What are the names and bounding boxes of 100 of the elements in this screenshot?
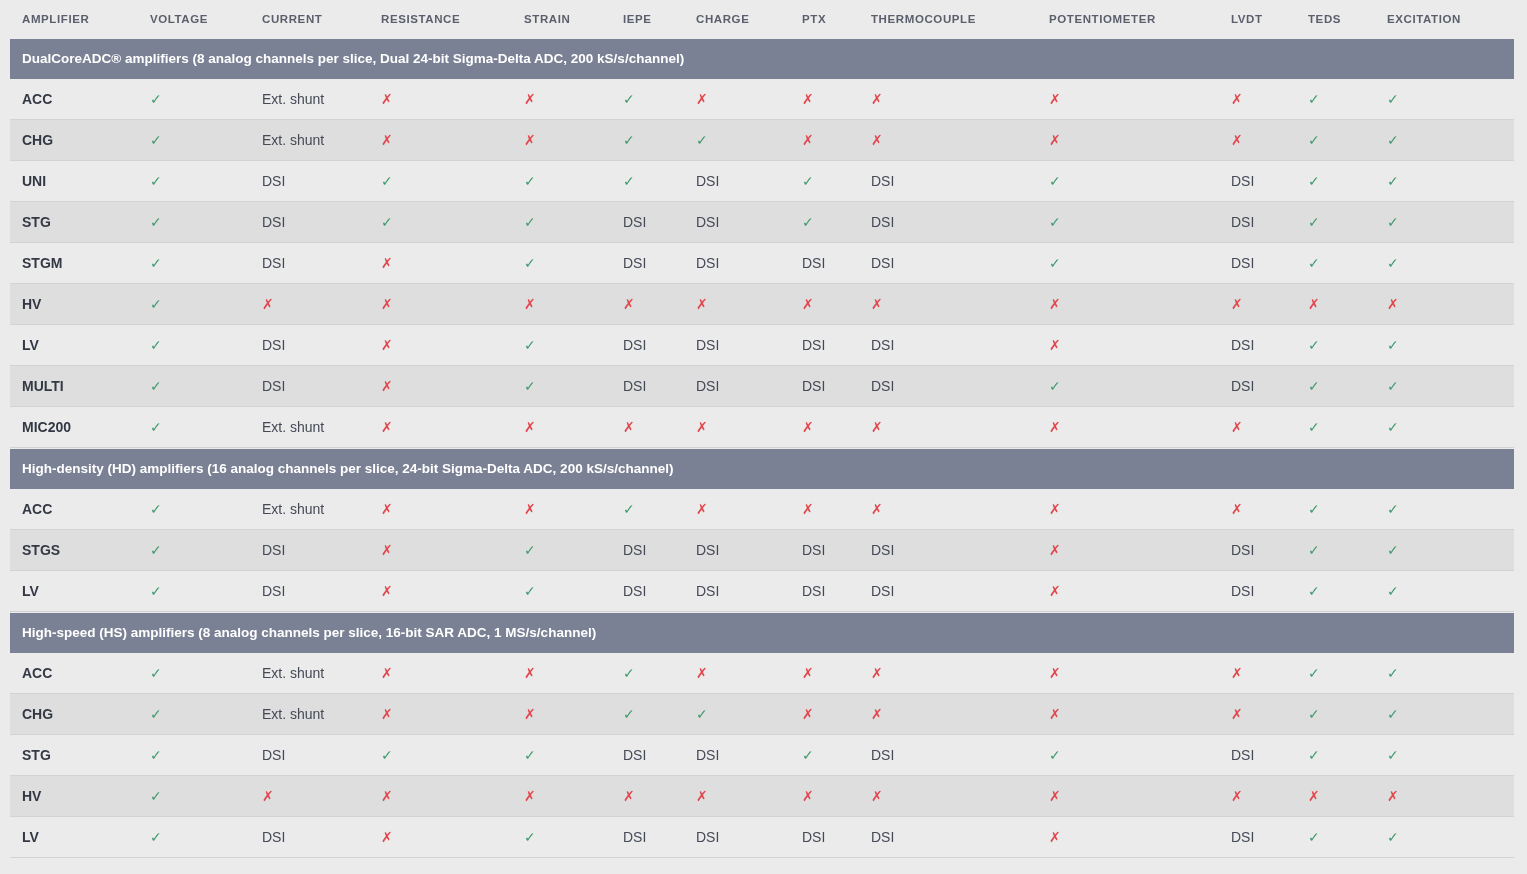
cross-mark: ✗: [802, 788, 814, 804]
check-mark: ✓: [1308, 665, 1320, 681]
table-cell: DSI: [262, 829, 286, 845]
table-cell: DSI: [802, 829, 826, 845]
cross-mark: ✗: [1231, 788, 1243, 804]
check-mark: ✓: [150, 214, 162, 230]
check-mark: ✓: [381, 173, 393, 189]
check-mark: ✓: [1387, 214, 1399, 230]
check-mark: ✓: [524, 583, 536, 599]
table-cell: DSI: [623, 829, 647, 845]
cross-mark: ✗: [381, 255, 393, 271]
check-mark: ✓: [623, 665, 635, 681]
cross-mark: ✗: [1308, 296, 1320, 312]
table-cell: DSI: [696, 378, 720, 394]
cross-mark: ✗: [1231, 501, 1243, 517]
cross-mark: ✗: [1231, 132, 1243, 148]
cross-mark: ✗: [1231, 665, 1243, 681]
table-cell: Ext. shunt: [262, 501, 325, 517]
cross-mark: ✗: [1049, 91, 1061, 107]
amplifier-name: LV: [22, 583, 39, 599]
column-header: VOLTAGE: [149, 13, 210, 25]
check-mark: ✓: [150, 419, 162, 435]
check-mark: ✓: [524, 747, 536, 763]
table-cell: DSI: [1231, 337, 1255, 353]
table-cell: DSI: [696, 255, 720, 271]
column-header: CURRENT: [261, 13, 324, 25]
table-cell: DSI: [871, 378, 895, 394]
table-cell: DSI: [623, 542, 647, 558]
check-mark: ✓: [1387, 337, 1399, 353]
table-cell: DSI: [871, 542, 895, 558]
cross-mark: ✗: [802, 665, 814, 681]
check-mark: ✓: [623, 173, 635, 189]
table-cell: DSI: [262, 378, 286, 394]
table-cell: DSI: [871, 214, 895, 230]
check-mark: ✓: [1387, 255, 1399, 271]
column-header: PTX: [801, 13, 828, 25]
check-mark: ✓: [696, 706, 708, 722]
cross-mark: ✗: [871, 296, 883, 312]
check-mark: ✓: [150, 583, 162, 599]
check-mark: ✓: [1387, 91, 1399, 107]
table-cell: DSI: [1231, 214, 1255, 230]
check-mark: ✓: [1308, 214, 1320, 230]
check-mark: ✓: [1387, 747, 1399, 763]
cross-mark: ✗: [1231, 91, 1243, 107]
cross-mark: ✗: [1049, 706, 1061, 722]
cross-mark: ✗: [1049, 583, 1061, 599]
check-mark: ✓: [1387, 829, 1399, 845]
amplifier-name: STG: [22, 214, 51, 230]
table-cell: DSI: [696, 214, 720, 230]
check-mark: ✓: [1308, 747, 1320, 763]
table-cell: DSI: [802, 337, 826, 353]
amplifier-name: LV: [22, 829, 39, 845]
cross-mark: ✗: [1308, 788, 1320, 804]
check-mark: ✓: [1308, 706, 1320, 722]
cross-mark: ✗: [381, 706, 393, 722]
amplifier-name: ACC: [22, 91, 53, 107]
check-mark: ✓: [1308, 378, 1320, 394]
cross-mark: ✗: [623, 296, 635, 312]
cross-mark: ✗: [871, 501, 883, 517]
cross-mark: ✗: [1231, 296, 1243, 312]
cross-mark: ✗: [696, 788, 708, 804]
table-cell: DSI: [262, 255, 286, 271]
amplifier-name: CHG: [22, 706, 54, 722]
check-mark: ✓: [1387, 583, 1399, 599]
cross-mark: ✗: [1049, 337, 1061, 353]
amplifier-name: CHG: [22, 132, 54, 148]
table-cell: DSI: [696, 747, 720, 763]
cross-mark: ✗: [1049, 829, 1061, 845]
table-cell: DSI: [696, 337, 720, 353]
check-mark: ✓: [1049, 378, 1061, 394]
cross-mark: ✗: [696, 296, 708, 312]
cross-mark: ✗: [1049, 665, 1061, 681]
check-mark: ✓: [150, 296, 162, 312]
cross-mark: ✗: [381, 788, 393, 804]
amplifier-name: HV: [22, 788, 42, 804]
table-cell: DSI: [696, 583, 720, 599]
table-cell: Ext. shunt: [262, 665, 325, 681]
cross-mark: ✗: [1049, 296, 1061, 312]
column-header: AMPLIFIER: [21, 13, 91, 25]
cross-mark: ✗: [696, 501, 708, 517]
amplifier-name: ACC: [22, 665, 53, 681]
check-mark: ✓: [1308, 91, 1320, 107]
check-mark: ✓: [150, 829, 162, 845]
amplifier-name: UNI: [22, 173, 47, 189]
table-cell: DSI: [1231, 542, 1255, 558]
check-mark: ✓: [150, 255, 162, 271]
check-mark: ✓: [524, 255, 536, 271]
cross-mark: ✗: [1049, 501, 1061, 517]
check-mark: ✓: [1308, 583, 1320, 599]
table-cell: DSI: [1231, 255, 1255, 271]
check-mark: ✓: [150, 747, 162, 763]
cross-mark: ✗: [524, 665, 536, 681]
cross-mark: ✗: [1049, 132, 1061, 148]
table-cell: DSI: [262, 542, 286, 558]
check-mark: ✓: [623, 501, 635, 517]
cross-mark: ✗: [802, 419, 814, 435]
column-header: CHARGE: [695, 13, 751, 25]
table-cell: DSI: [871, 173, 895, 189]
check-mark: ✓: [1387, 132, 1399, 148]
check-mark: ✓: [1387, 665, 1399, 681]
